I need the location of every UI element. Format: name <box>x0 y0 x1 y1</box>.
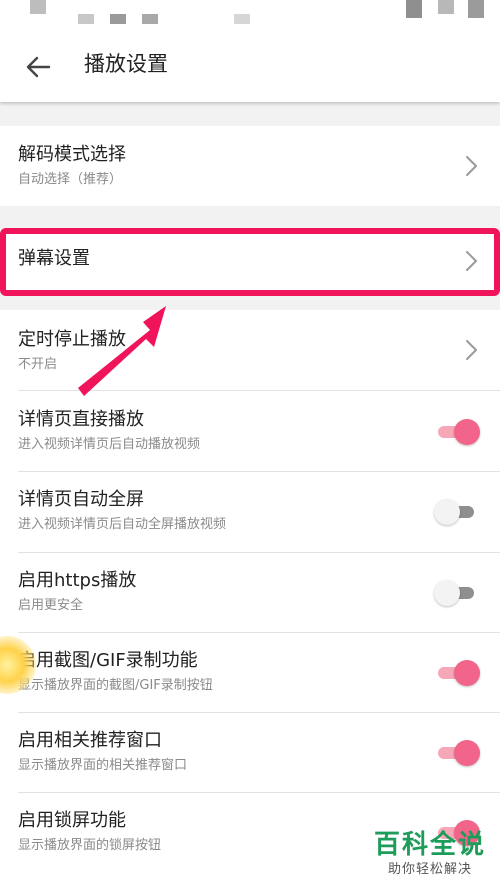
chevron-right-icon <box>466 156 477 176</box>
setting-subtitle: 自动选择（推荐） <box>18 172 123 187</box>
setting-detail-autoplay: 详情页直接播放 进入视频详情页后自动播放视频 <box>0 391 500 471</box>
setting-sleep-timer[interactable]: 定时停止播放 不开启 <box>0 310 500 390</box>
setting-title: 详情页直接播放 <box>18 409 144 430</box>
settings-group-decode: 解码模式选择 自动选择（推荐） <box>0 126 500 206</box>
setting-subtitle: 进入视频详情页后自动全屏播放视频 <box>18 517 227 532</box>
setting-subtitle: 显示播放界面的相关推荐窗口 <box>18 758 188 773</box>
arrow-left-icon <box>26 56 51 78</box>
setting-title: 解码模式选择 <box>18 144 126 165</box>
status-bar <box>0 0 500 30</box>
detail-fullscreen-toggle[interactable] <box>434 499 480 525</box>
setting-subtitle: 进入视频详情页后自动播放视频 <box>18 437 201 452</box>
setting-subtitle: 启用更安全 <box>18 598 84 613</box>
highlight-box <box>0 228 500 296</box>
https-toggle[interactable] <box>434 580 480 606</box>
setting-title: 定时停止播放 <box>18 329 126 350</box>
setting-decode-mode[interactable]: 解码模式选择 自动选择（推荐） <box>0 126 500 206</box>
chevron-right-icon <box>466 340 477 360</box>
setting-subtitle: 显示播放界面的锁屏按钮 <box>18 838 162 853</box>
settings-group-playback: 定时停止播放 不开启 详情页直接播放 进入视频详情页后自动播放视频 详情页自动全… <box>0 310 500 889</box>
setting-title: 启用相关推荐窗口 <box>18 730 162 751</box>
back-button[interactable] <box>24 52 54 82</box>
setting-title: 启用https播放 <box>18 570 137 591</box>
setting-gif-capture: 启用截图/GIF录制功能 显示播放界面的截图/GIF录制按钮 <box>0 633 500 713</box>
setting-subtitle: 显示播放界面的截图/GIF录制按钮 <box>18 678 213 693</box>
app-bar: 播放设置 <box>0 30 500 102</box>
setting-https: 启用https播放 启用更安全 <box>0 553 500 633</box>
setting-related-recommend: 启用相关推荐窗口 显示播放界面的相关推荐窗口 <box>0 713 500 793</box>
setting-title: 启用截图/GIF录制功能 <box>18 650 198 671</box>
related-recommend-toggle[interactable] <box>434 740 480 766</box>
setting-detail-fullscreen: 详情页自动全屏 进入视频详情页后自动全屏播放视频 <box>0 472 500 552</box>
setting-title: 详情页自动全屏 <box>18 489 144 510</box>
watermark: 百科全说 助你轻松解决 <box>374 829 486 879</box>
watermark-brand: 百科全说 <box>373 830 486 860</box>
page-title: 播放设置 <box>84 52 168 76</box>
detail-autoplay-toggle[interactable] <box>434 419 480 445</box>
gif-capture-toggle[interactable] <box>434 660 480 686</box>
setting-title: 启用锁屏功能 <box>18 810 126 831</box>
setting-subtitle: 不开启 <box>18 357 58 372</box>
watermark-slogan: 助你轻松解决 <box>387 862 472 877</box>
